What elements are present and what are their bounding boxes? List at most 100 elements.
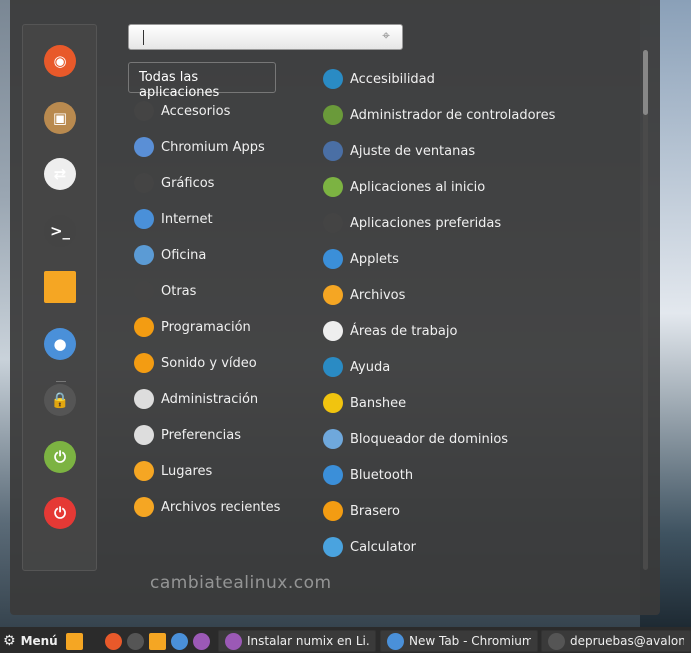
taskbar-window[interactable]: New Tab - Chromium: [380, 630, 538, 652]
app-item[interactable]: Aplicaciones preferidas: [323, 211, 501, 235]
window-title: Instalar numix en Li...: [247, 634, 369, 648]
chromium-launcher-icon[interactable]: [171, 632, 188, 650]
app-item[interactable]: Bluetooth: [323, 463, 413, 487]
editor-launcher-icon[interactable]: [193, 632, 210, 650]
category-item-icon: [134, 425, 154, 445]
category-item-label: Archivos recientes: [161, 499, 281, 515]
locate-icon: ⌖: [382, 28, 390, 44]
app-item[interactable]: Archivos: [323, 283, 405, 307]
app-item-icon: [323, 501, 343, 521]
category-item-icon: [134, 281, 154, 301]
category-item-label: Administración: [161, 391, 259, 407]
taskbar-window[interactable]: Instalar numix en Li...: [218, 630, 376, 652]
app-item-icon: [323, 393, 343, 413]
category-item-icon: [134, 497, 154, 517]
app-item-label: Aplicaciones preferidas: [350, 215, 502, 231]
app-item[interactable]: Brasero: [323, 499, 400, 523]
folder-launcher-icon[interactable]: [66, 632, 83, 650]
window-title: New Tab - Chromium: [409, 634, 531, 648]
menu-button[interactable]: ⚙ Menú: [3, 630, 58, 652]
app-item-icon: [323, 213, 343, 233]
app-item-label: Bloqueador de dominios: [350, 431, 509, 447]
category-item[interactable]: Archivos recientes: [134, 495, 280, 519]
files-icon[interactable]: [44, 271, 76, 303]
category-item[interactable]: Oficina: [134, 243, 206, 267]
category-item-label: Accesorios: [161, 103, 231, 119]
favorites-sidebar: ◉ ▣ ⇄ >_ ● 🔒 ⏻ ⏻: [22, 24, 97, 571]
category-item[interactable]: Internet: [134, 207, 213, 231]
app-item-icon: [323, 141, 343, 161]
firefox-launcher-icon[interactable]: [105, 632, 122, 650]
category-item[interactable]: Accesorios: [134, 99, 230, 123]
lock-screen-icon[interactable]: 🔒: [44, 384, 76, 416]
app-item[interactable]: Administrador de controladores: [323, 103, 555, 127]
category-item[interactable]: Sonido y vídeo: [134, 351, 257, 375]
app-item-label: Ayuda: [350, 359, 391, 375]
shutdown-icon[interactable]: ⏻: [44, 497, 76, 529]
app-item-label: Applets: [350, 251, 399, 267]
all-applications-button[interactable]: Todas las aplicaciones: [128, 62, 276, 100]
separator: [56, 381, 66, 382]
category-item-icon: [134, 353, 154, 373]
files-launcher-icon[interactable]: [149, 632, 166, 650]
category-item-label: Gráficos: [161, 175, 215, 191]
scrollbar-thumb[interactable]: [643, 50, 648, 115]
app-item[interactable]: Calculator: [323, 535, 416, 559]
app-item-icon: [323, 537, 343, 557]
category-item[interactable]: Lugares: [134, 459, 212, 483]
terminal-icon[interactable]: >_: [44, 214, 76, 247]
app-item[interactable]: Banshee: [323, 391, 406, 415]
firefox-icon[interactable]: ◉: [44, 45, 76, 77]
app-item-icon: [323, 357, 343, 377]
app-item-icon: [323, 249, 343, 269]
category-item[interactable]: Otras: [134, 279, 196, 303]
app-item[interactable]: Ayuda: [323, 355, 390, 379]
category-item-label: Programación: [161, 319, 251, 335]
chromium-icon[interactable]: ●: [44, 327, 76, 360]
category-item-icon: [134, 389, 154, 409]
category-item-label: Preferencias: [161, 427, 242, 443]
window-title: depruebas@avalon: ~: [570, 634, 684, 648]
app-item-icon: [323, 321, 343, 341]
category-item-label: Sonido y vídeo: [161, 355, 257, 371]
category-item[interactable]: Programación: [134, 315, 251, 339]
app-item[interactable]: Ajuste de ventanas: [323, 139, 475, 163]
app-item-icon: [323, 285, 343, 305]
settings-toggle-icon[interactable]: ⇄: [44, 158, 76, 190]
app-item[interactable]: Áreas de trabajo: [323, 319, 457, 343]
text-caret: [143, 30, 144, 45]
category-item[interactable]: Administración: [134, 387, 258, 411]
taskbar-window[interactable]: depruebas@avalon: ~: [541, 630, 691, 652]
category-item-icon: [134, 173, 154, 193]
category-item[interactable]: Chromium Apps: [134, 135, 265, 159]
search-input[interactable]: ⌖: [128, 24, 403, 50]
app-item-icon: [323, 69, 343, 89]
app-item-label: Ajuste de ventanas: [350, 143, 476, 159]
app-item-label: Calculator: [350, 539, 417, 555]
logout-icon[interactable]: ⏻: [44, 440, 76, 473]
window-icon: [548, 632, 565, 650]
terminal-launcher-icon[interactable]: [127, 632, 144, 650]
category-item-icon: [134, 101, 154, 121]
package-icon[interactable]: ▣: [44, 101, 76, 134]
app-item-label: Aplicaciones al inicio: [350, 179, 486, 195]
app-item-label: Bluetooth: [350, 467, 414, 483]
scrollbar[interactable]: [643, 50, 648, 570]
category-item[interactable]: Preferencias: [134, 423, 241, 447]
app-item[interactable]: Accesibilidad: [323, 67, 435, 91]
category-item-label: Lugares: [161, 463, 213, 479]
window-icon: [387, 632, 404, 650]
app-item-icon: [323, 429, 343, 449]
category-item-icon: [134, 317, 154, 337]
category-item-icon: [134, 137, 154, 157]
app-item[interactable]: Applets: [323, 247, 399, 271]
app-item-label: Accesibilidad: [350, 71, 435, 87]
category-item-label: Chromium Apps: [161, 139, 265, 155]
app-item-icon: [323, 105, 343, 125]
category-item-icon: [134, 209, 154, 229]
launchers: [66, 630, 210, 652]
category-item[interactable]: Gráficos: [134, 171, 214, 195]
app-item[interactable]: Bloqueador de dominios: [323, 427, 508, 451]
app-item-label: Brasero: [350, 503, 401, 519]
app-item[interactable]: Aplicaciones al inicio: [323, 175, 485, 199]
